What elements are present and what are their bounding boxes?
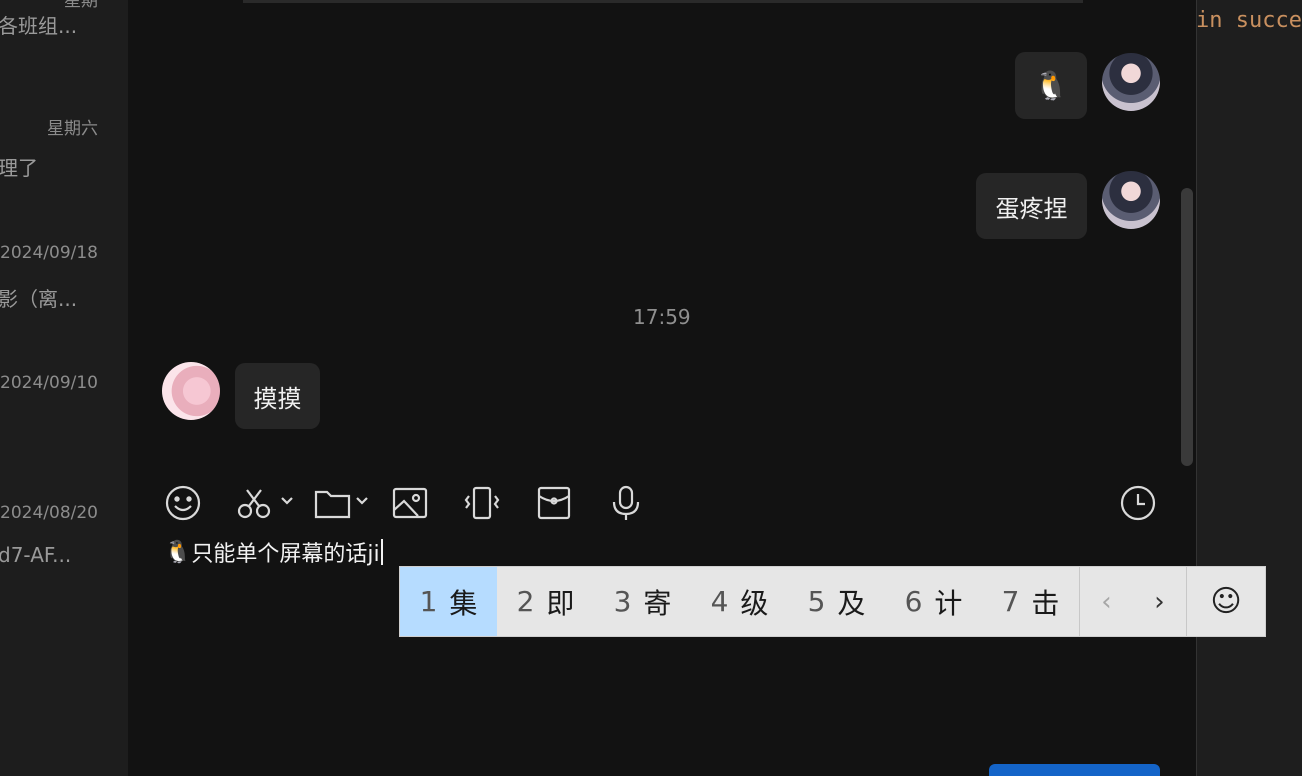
ime-emoji-icon[interactable]: ☺ xyxy=(1186,567,1265,636)
microphone-icon[interactable] xyxy=(606,483,646,523)
editor-guide-line xyxy=(1196,0,1197,776)
conversation-preview: 影（离... xyxy=(0,287,78,311)
ime-candidate[interactable]: 2即 xyxy=(497,567,594,636)
chevron-right-icon[interactable]: › xyxy=(1154,587,1164,617)
emoji-icon[interactable] xyxy=(163,483,203,523)
candidate-number: 1 xyxy=(419,585,438,618)
divider xyxy=(243,0,1083,3)
image-icon[interactable] xyxy=(390,483,430,523)
candidate-char: 计 xyxy=(934,586,963,620)
code-editor-peek: in succe xyxy=(1196,0,1302,776)
conversation-preview: d7-AF... xyxy=(0,543,72,567)
candidate-number: 4 xyxy=(710,585,729,618)
candidate-number: 6 xyxy=(904,585,923,618)
ime-candidate[interactable]: 7击 xyxy=(982,567,1079,636)
candidate-number: 2 xyxy=(516,585,535,618)
ime-candidate-bar: 1集 2即 3寄 4级 5及 6计 7击 ‹ › ☺ xyxy=(399,566,1266,637)
message-bubble-right[interactable]: 🐧 xyxy=(1015,52,1087,119)
conversation-item[interactable]: 星期 各班组... xyxy=(0,0,128,66)
conversation-preview: 各班组... xyxy=(0,14,78,38)
candidate-number: 5 xyxy=(807,585,826,618)
red-packet-icon[interactable] xyxy=(534,483,574,523)
shake-icon[interactable] xyxy=(462,483,502,523)
candidate-char: 寄 xyxy=(643,586,672,620)
avatar[interactable] xyxy=(1102,171,1160,229)
code-text: in succe xyxy=(1196,8,1302,33)
message-bubble-left[interactable]: 摸摸 xyxy=(235,363,320,429)
candidate-char: 集 xyxy=(449,586,478,620)
candidate-number: 3 xyxy=(613,585,632,618)
input-text: 只能单个屏幕的话ji xyxy=(191,542,380,567)
ime-candidate[interactable]: 6计 xyxy=(885,567,982,636)
scissors-icon[interactable] xyxy=(235,483,295,523)
conversation-list: 星期 各班组... 星期六 理了 2024/09/18 影（离... 2024/… xyxy=(0,0,128,776)
conversation-item[interactable]: 2024/09/10 xyxy=(0,373,128,453)
message-input[interactable]: 🐧 只能单个屏幕的话ji xyxy=(164,536,383,568)
chat-panel: 🐧 蛋疼捏 17:59 摸摸 🐧 只能单个屏幕的话ji xyxy=(128,0,1196,776)
chevron-left-icon[interactable]: ‹ xyxy=(1101,587,1111,617)
send-button[interactable] xyxy=(989,764,1160,776)
ime-candidate[interactable]: 4级 xyxy=(691,567,788,636)
ime-page-nav: ‹ › xyxy=(1079,567,1186,636)
conversation-preview: 理了 xyxy=(0,156,38,180)
folder-icon[interactable] xyxy=(313,483,375,523)
history-clock-icon[interactable] xyxy=(1118,483,1158,523)
avatar[interactable] xyxy=(1102,53,1160,111)
conversation-item[interactable]: 2024/08/20 d7-AF... xyxy=(0,503,128,583)
chat-scrollbar[interactable] xyxy=(1181,188,1193,466)
avatar[interactable] xyxy=(162,362,220,420)
ime-candidate[interactable]: 5及 xyxy=(788,567,885,636)
qq-penguin-emoji: 🐧 xyxy=(164,539,192,565)
candidate-char: 击 xyxy=(1031,586,1060,620)
conversation-date: 2024/08/20 xyxy=(0,503,98,523)
conversation-item[interactable]: 2024/09/18 影（离... xyxy=(0,243,128,323)
candidate-char: 及 xyxy=(837,586,866,620)
conversation-date: 星期六 xyxy=(47,119,98,139)
ime-candidate[interactable]: 1集 xyxy=(400,567,497,636)
conversation-item[interactable]: 星期六 理了 xyxy=(0,114,128,194)
ime-candidate[interactable]: 3寄 xyxy=(594,567,691,636)
message-timestamp: 17:59 xyxy=(633,305,691,329)
candidate-char: 级 xyxy=(740,586,769,620)
candidate-char: 即 xyxy=(546,586,575,620)
conversation-date: 2024/09/10 xyxy=(0,373,98,393)
message-bubble-right[interactable]: 蛋疼捏 xyxy=(976,173,1087,239)
text-caret xyxy=(380,539,383,565)
conversation-date: 2024/09/18 xyxy=(0,243,98,263)
candidate-number: 7 xyxy=(1001,585,1020,618)
